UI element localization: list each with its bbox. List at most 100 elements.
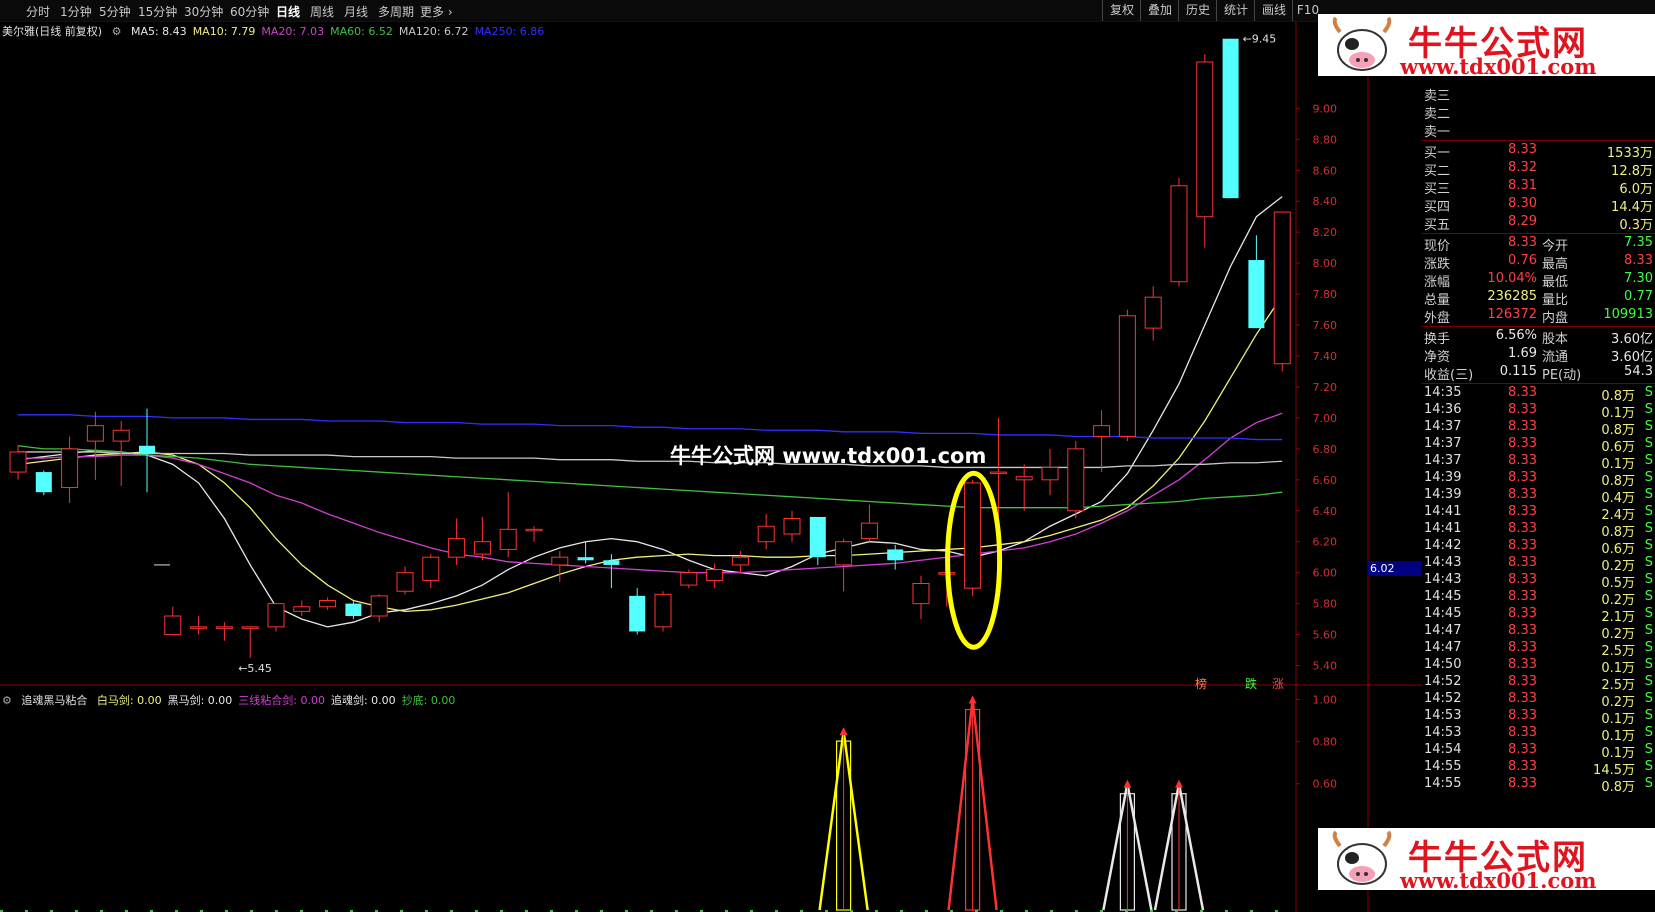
bid-row: 买一 8.33 1533万: [1422, 142, 1655, 161]
period-tab-daily[interactable]: 日线: [276, 3, 300, 20]
candle-body: [964, 482, 982, 589]
axis-tick-label: 7.20: [1313, 381, 1338, 394]
ask-row: 卖二: [1422, 103, 1655, 122]
draw-button[interactable]: 画线: [1254, 0, 1293, 21]
candle-body: [809, 516, 826, 558]
period-tab[interactable]: 15分钟: [138, 3, 177, 20]
tick-side: S: [1644, 453, 1653, 468]
indicator-settings-icon[interactable]: ⚙: [2, 694, 12, 707]
candle: [164, 606, 182, 636]
quote-value: 126372: [1487, 307, 1537, 322]
history-button[interactable]: 历史: [1178, 0, 1217, 21]
indicator-peak: [1102, 779, 1153, 911]
signal-label: 跌: [1245, 677, 1258, 691]
tick-row: 14:36 8.33 0.1万 S: [1422, 402, 1655, 421]
candle: [1067, 441, 1085, 519]
price-pane: ←9.45 ←5.45: [9, 33, 1291, 675]
tick-price: 8.33: [1508, 606, 1537, 621]
candle-body: [241, 626, 259, 629]
candle: [345, 600, 362, 620]
fund-value: 3.60亿: [1611, 350, 1653, 365]
fund-row: 换手 6.56% 股本 3.60亿: [1422, 328, 1655, 347]
indicator-pane: [0, 695, 1280, 912]
period-tab[interactable]: 月线: [344, 3, 368, 20]
axis-tick-label: 6.00: [1313, 567, 1338, 580]
candle: [319, 597, 337, 610]
period-tab[interactable]: 60分钟: [230, 3, 269, 20]
period-tab[interactable]: 1分钟: [60, 3, 92, 20]
candle: [241, 626, 259, 658]
overlay-button[interactable]: 叠加: [1140, 0, 1179, 21]
more-menu[interactable]: 更多 ›: [420, 3, 453, 20]
ask-label: 卖三: [1424, 89, 1451, 104]
axis-tick-label: 8.00: [1313, 257, 1338, 270]
bid-volume: 12.8万: [1611, 164, 1653, 179]
candle-body: [293, 606, 311, 612]
period-tab[interactable]: 5分钟: [99, 3, 131, 20]
low-annotation: ←5.45: [238, 662, 272, 675]
bid-label: 买四: [1424, 200, 1451, 215]
tick-side: S: [1644, 385, 1653, 400]
tick-side: S: [1644, 572, 1653, 587]
ma-legend-item: MA120: 6.72: [398, 25, 469, 38]
candle-body: [345, 603, 362, 616]
candle: [835, 538, 853, 592]
candle: [473, 516, 491, 561]
axis-tick-label: 7.00: [1313, 412, 1338, 425]
candle: [448, 518, 466, 565]
tick-price: 8.33: [1508, 470, 1537, 485]
tick-row: 14:55 8.33 14.5万 S: [1422, 759, 1655, 778]
quote-value: 236285: [1487, 289, 1537, 304]
axis-tick-label: 8.60: [1313, 164, 1338, 177]
tick-price: 8.33: [1508, 640, 1537, 655]
quote-label: 外盘: [1424, 311, 1451, 326]
quote-label: 涨跌: [1424, 257, 1451, 272]
candle-body: [1015, 476, 1033, 481]
panel-separator: [1422, 383, 1655, 384]
candle: [190, 616, 208, 635]
quote-value: 8.33: [1624, 253, 1653, 268]
tick-volume: 0.8万: [1601, 780, 1635, 795]
candle: [525, 526, 543, 542]
ma-legend-item: MA5: 8.43: [130, 25, 187, 38]
ma-line-ma20: [18, 412, 1283, 574]
candle: [1222, 38, 1239, 199]
candle: [680, 569, 698, 589]
tick-time: 14:43: [1424, 572, 1462, 587]
candle: [964, 479, 982, 596]
rights-adjust-button[interactable]: 复权: [1102, 0, 1141, 21]
candle-body: [1273, 211, 1291, 365]
tick-row: 14:37 8.33 0.1万 S: [1422, 453, 1655, 472]
candle: [35, 470, 52, 496]
axis-tick-label: 5.60: [1313, 629, 1338, 642]
period-tab[interactable]: 30分钟: [184, 3, 223, 20]
tick-row: 14:42 8.33 0.6万 S: [1422, 538, 1655, 557]
candle: [551, 551, 569, 582]
period-tab[interactable]: 分时: [26, 3, 50, 20]
settings-icon[interactable]: ⚙: [112, 25, 122, 38]
candle-body: [164, 615, 182, 636]
tick-row: 14:39 8.33 0.8万 S: [1422, 470, 1655, 489]
peak-arrow-icon: [1123, 779, 1132, 788]
bid-row: 买五 8.29 0.3万: [1422, 214, 1655, 233]
bid-row: 买四 8.30 14.4万: [1422, 196, 1655, 215]
tick-price: 8.33: [1508, 572, 1537, 587]
candle-body: [448, 538, 466, 558]
cow-icon: [1332, 830, 1392, 885]
site-logo: 牛牛公式网 www.tdx001.com: [1318, 14, 1655, 79]
quote-label: 现价: [1424, 239, 1451, 254]
period-tab[interactable]: 周线: [310, 3, 334, 20]
candle: [757, 513, 775, 550]
tick-row: 14:52 8.33 2.5万 S: [1422, 674, 1655, 693]
tick-side: S: [1644, 708, 1653, 723]
quote-value: 7.35: [1624, 235, 1653, 250]
stats-button[interactable]: 统计: [1216, 0, 1255, 21]
candle-body: [319, 600, 337, 608]
tick-time: 14:41: [1424, 521, 1462, 536]
fund-label: 收益(三): [1424, 368, 1474, 383]
period-tab[interactable]: 多周期: [378, 3, 414, 20]
fund-value: 0.115: [1499, 364, 1537, 379]
tick-row: 14:47 8.33 0.2万 S: [1422, 623, 1655, 642]
quote-label: 内盘: [1542, 311, 1569, 326]
tick-price: 8.33: [1508, 725, 1537, 740]
